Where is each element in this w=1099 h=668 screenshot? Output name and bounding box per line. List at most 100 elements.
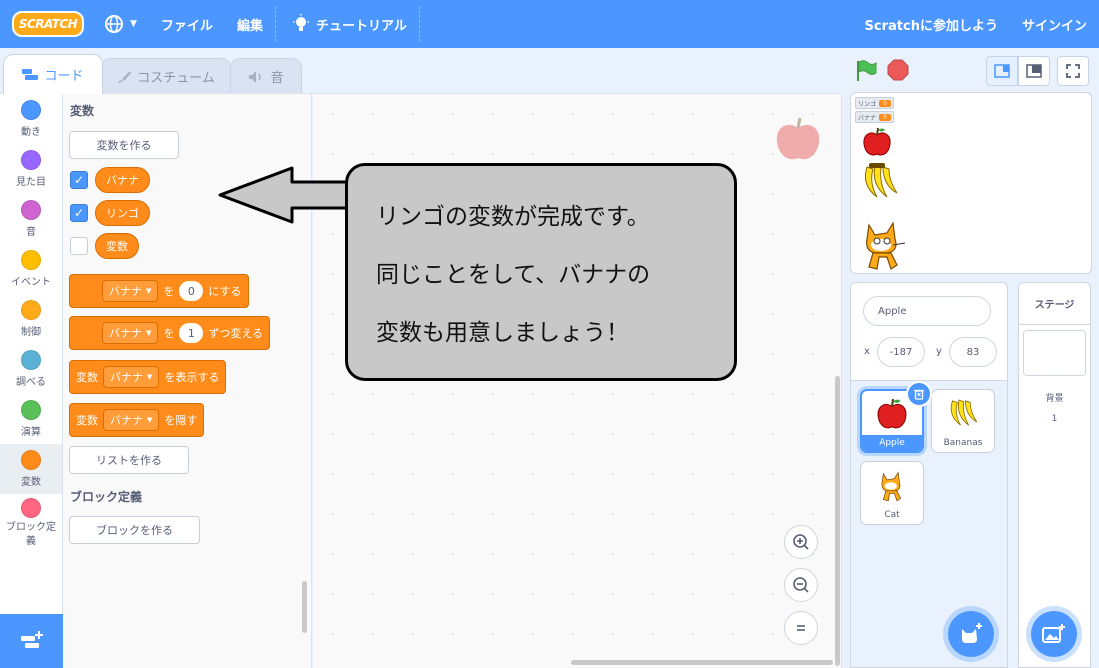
bananas-thumbnail-icon xyxy=(950,399,978,426)
edit-menu[interactable]: 編集 xyxy=(225,0,275,48)
sprite-tile-bananas[interactable]: Bananas xyxy=(931,389,995,453)
dropdown-value: バナナ xyxy=(110,371,143,384)
category-sound[interactable]: 音 xyxy=(0,194,62,244)
bananas-sprite-icon[interactable] xyxy=(859,161,901,203)
palette-heading-variables: 変数 xyxy=(70,104,95,118)
checkbox-banana[interactable]: ✓ xyxy=(70,171,88,189)
callout-line-3: 変数も用意しましょう！ xyxy=(376,320,629,346)
variables-dot-icon xyxy=(21,450,41,470)
make-list-button[interactable]: リストを作る xyxy=(69,446,189,474)
language-menu[interactable]: ▼ xyxy=(92,0,149,48)
category-operators[interactable]: 演算 xyxy=(0,394,62,444)
tab-code-label: コード xyxy=(44,69,84,84)
fullscreen-icon xyxy=(1066,64,1080,78)
category-control[interactable]: 制御 xyxy=(0,294,62,344)
apple-sprite-icon[interactable] xyxy=(861,126,893,158)
add-extension-button[interactable] xyxy=(0,614,63,668)
category-events[interactable]: イベント xyxy=(0,244,62,294)
x-position-input[interactable]: -187 xyxy=(877,337,925,367)
variable-reporter-apple[interactable]: リンゴ xyxy=(95,200,150,226)
block-text: 変数 xyxy=(76,414,98,427)
scratch-logo[interactable]: SCRATCH xyxy=(12,11,84,37)
category-label: イベント xyxy=(11,277,51,288)
workspace-scrollbar-horizontal[interactable] xyxy=(571,660,833,665)
workspace-scrollbar-vertical[interactable] xyxy=(835,376,840,666)
category-myblocks[interactable]: ブロック定義 xyxy=(0,494,62,552)
stage[interactable]: リンゴ 0 バナナ 0 xyxy=(850,92,1092,274)
value-input[interactable]: 0 xyxy=(179,281,204,301)
tutorial-menu[interactable]: チュートリアル xyxy=(276,0,419,48)
equals-icon xyxy=(797,625,805,631)
zoom-in-button[interactable] xyxy=(784,525,818,559)
category-looks[interactable]: 見た目 xyxy=(0,144,62,194)
sprite-tile-cat[interactable]: Cat xyxy=(860,461,924,525)
variable-reporter-banana[interactable]: バナナ xyxy=(95,167,150,193)
paintbrush-icon xyxy=(118,70,132,83)
cat-sprite-icon[interactable] xyxy=(857,217,909,273)
category-motion[interactable]: 動き xyxy=(0,94,62,144)
variable-monitor-apple[interactable]: リンゴ 0 xyxy=(855,97,894,109)
dropdown-value: バナナ xyxy=(109,327,142,340)
sprite-tile-label: Apple xyxy=(862,435,922,451)
chevron-down-icon: ▼ xyxy=(130,19,137,29)
sound-dot-icon xyxy=(21,200,41,220)
variable-dropdown[interactable]: バナナ ▼ xyxy=(103,409,160,431)
stage-thumbnail[interactable] xyxy=(1023,330,1086,376)
variable-dropdown[interactable]: バナナ ▼ xyxy=(103,366,160,388)
set-variable-block[interactable]: バナナ ▼ を 0 にする xyxy=(69,274,249,308)
choose-sprite-button[interactable] xyxy=(948,611,994,657)
checkbox-variable[interactable] xyxy=(70,237,88,255)
image-add-icon xyxy=(1042,624,1065,643)
y-position-input[interactable]: 83 xyxy=(949,337,997,367)
sprite-pane: Apple x -187 y 83 Apple Bananas Cat xyxy=(850,282,1008,668)
y-value: 83 xyxy=(966,346,980,358)
stop-icon[interactable] xyxy=(887,59,909,81)
category-label: 見た目 xyxy=(16,177,46,188)
value-input[interactable]: 1 xyxy=(179,323,204,343)
block-text: を xyxy=(163,285,175,298)
variable-dropdown[interactable]: バナナ ▼ xyxy=(102,280,159,302)
variable-dropdown[interactable]: バナナ ▼ xyxy=(102,322,159,344)
tab-sound[interactable]: 音 xyxy=(230,58,302,94)
sprite-watermark-apple-icon xyxy=(776,117,820,160)
change-variable-block[interactable]: バナナ ▼ を 1 ずつ変える xyxy=(69,316,271,350)
make-block-button[interactable]: ブロックを作る xyxy=(69,516,200,544)
green-flag-icon[interactable] xyxy=(854,59,878,83)
events-dot-icon xyxy=(21,250,41,270)
sensing-dot-icon xyxy=(21,350,41,370)
file-menu[interactable]: ファイル xyxy=(149,0,225,48)
variable-reporter-default[interactable]: 変数 xyxy=(95,233,139,259)
caret-down-icon: ▼ xyxy=(147,373,153,381)
myblocks-dot-icon xyxy=(21,497,41,518)
choose-backdrop-button[interactable] xyxy=(1031,611,1077,657)
variable-monitor-banana[interactable]: バナナ 0 xyxy=(855,111,894,123)
cat-thumbnail-icon xyxy=(881,471,902,502)
sprite-tile-label: Bananas xyxy=(943,438,983,448)
tutorial-callout: リンゴの変数が完成です。 同じことをして、バナナの 変数も用意しましょう！ xyxy=(345,163,737,381)
speaker-icon xyxy=(249,70,262,83)
zoom-out-button[interactable] xyxy=(784,568,818,602)
block-text: を表示する xyxy=(164,371,220,384)
category-sensing[interactable]: 調べる xyxy=(0,344,62,394)
zoom-reset-button[interactable] xyxy=(784,611,818,645)
palette-scrollbar[interactable] xyxy=(302,581,307,633)
sprite-name-input[interactable]: Apple xyxy=(863,296,991,326)
join-scratch-link[interactable]: Scratchに参加しよう xyxy=(853,0,1010,48)
signin-link[interactable]: サインイン xyxy=(1010,0,1099,48)
x-label: x xyxy=(864,346,870,357)
show-variable-block[interactable]: 変数 バナナ ▼ を表示する xyxy=(69,360,227,394)
lightbulb-icon xyxy=(292,14,309,31)
category-variables[interactable]: 変数 xyxy=(0,444,62,494)
large-stage-button[interactable] xyxy=(1018,56,1050,86)
y-label: y xyxy=(936,346,942,357)
tab-code[interactable]: コード xyxy=(3,54,103,94)
looks-dot-icon xyxy=(21,150,41,170)
small-stage-button[interactable] xyxy=(986,56,1018,86)
make-variable-button[interactable]: 変数を作る xyxy=(69,131,179,159)
checkbox-apple[interactable]: ✓ xyxy=(70,204,88,222)
tab-costume[interactable]: コスチューム xyxy=(101,58,231,94)
fullscreen-button[interactable] xyxy=(1057,56,1089,86)
delete-sprite-button[interactable] xyxy=(906,381,932,407)
hide-variable-block[interactable]: 変数 バナナ ▼ を隠す xyxy=(69,403,205,437)
menu-bar: SCRATCH ▼ ファイル 編集 チュートリアル Scratchに参加しよう … xyxy=(0,0,1099,48)
